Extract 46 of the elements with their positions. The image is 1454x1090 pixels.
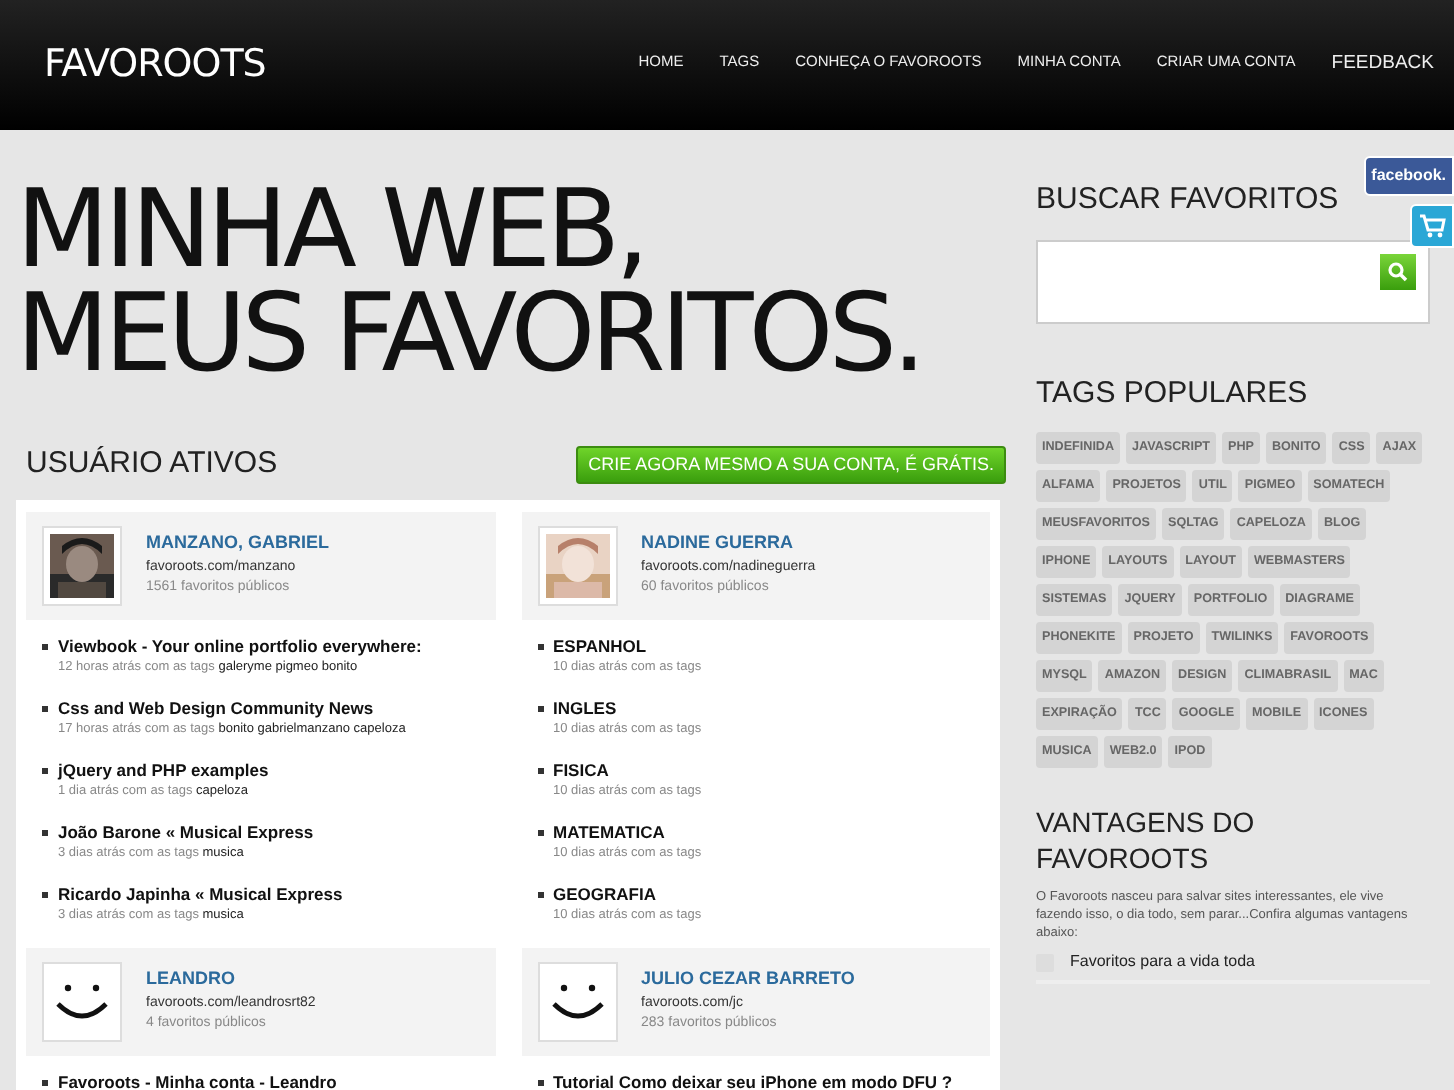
user-name-link[interactable]: LEANDRO bbox=[146, 966, 316, 994]
bookmark-link[interactable]: Ricardo Japinha « Musical Express bbox=[58, 883, 343, 905]
bookmark-link[interactable]: Css and Web Design Community News bbox=[58, 697, 406, 719]
bullet-icon bbox=[537, 829, 543, 835]
bookmark-link[interactable]: INGLES bbox=[553, 697, 702, 719]
bookmark-link[interactable]: João Barone « Musical Express bbox=[58, 821, 314, 843]
bullet-icon bbox=[42, 891, 48, 897]
bookmark-link[interactable]: ESPANHOL bbox=[553, 635, 702, 657]
site-logo[interactable]: FAVOROOTS bbox=[44, 36, 266, 94]
bullet-icon bbox=[537, 705, 543, 711]
search-button[interactable] bbox=[1380, 253, 1416, 289]
smiley-icon bbox=[52, 979, 112, 1023]
cart-icon bbox=[1418, 214, 1446, 238]
bullet-icon bbox=[537, 643, 543, 649]
search-field[interactable] bbox=[1036, 239, 1430, 323]
cart-tab[interactable] bbox=[1410, 204, 1454, 248]
bullet-icon bbox=[42, 1079, 48, 1085]
bookmark-link[interactable]: Tutorial Como deixar seu iPhone em modo DFU ? bbox=[553, 1071, 953, 1090]
bookmark-link[interactable]: GEOGRAFIA bbox=[553, 883, 702, 905]
bookmark-link[interactable]: Viewbook - Your online portfolio everywhere: bbox=[58, 635, 422, 657]
bullet-icon bbox=[537, 1079, 543, 1085]
hero-headline: MINHA WEB, bbox=[16, 178, 645, 282]
user-name-link[interactable]: NADINE GUERRA bbox=[641, 530, 816, 558]
search-icon bbox=[1388, 261, 1408, 281]
section-title: BUSCAR FAVORITOS bbox=[1036, 180, 1341, 220]
bullet-icon bbox=[42, 705, 48, 711]
bullet-icon bbox=[42, 829, 48, 835]
section-title: VANTAGENS DO FAVOROOTS bbox=[1036, 804, 1257, 876]
section-title: USUÁRIO ATIVOS bbox=[26, 444, 278, 484]
bullet-icon bbox=[537, 767, 543, 773]
nav-link[interactable]: FEEDBACK bbox=[1313, 42, 1434, 88]
advantage-item: Favoritos para a vida toda bbox=[1070, 950, 1255, 974]
facebook-tab[interactable]: facebook. bbox=[1363, 156, 1454, 196]
bookmark-link[interactable]: jQuery and PHP examples bbox=[58, 759, 269, 781]
user-name-link[interactable]: JULIO CEZAR BARRETO bbox=[641, 966, 855, 994]
smiley-icon bbox=[547, 979, 607, 1023]
bookmark-link[interactable]: Favoroots - Minha conta - Leandro bbox=[58, 1071, 337, 1090]
user-name-link[interactable]: MANZANO, GABRIEL bbox=[146, 530, 329, 558]
hero-headline: MEUS FAVORITOS. bbox=[16, 282, 924, 386]
bullet-icon bbox=[537, 891, 543, 897]
signup-button[interactable]: CRIE AGORA MESMO A SUA CONTA, É GRÁTIS. bbox=[576, 445, 1006, 484]
bullet-icon bbox=[42, 767, 48, 773]
bookmark-link[interactable]: MATEMATICA bbox=[553, 821, 702, 843]
bullet-icon bbox=[42, 643, 48, 649]
section-title: TAGS POPULARES bbox=[1036, 373, 1310, 413]
bookmark-link[interactable]: FISICA bbox=[553, 759, 702, 781]
